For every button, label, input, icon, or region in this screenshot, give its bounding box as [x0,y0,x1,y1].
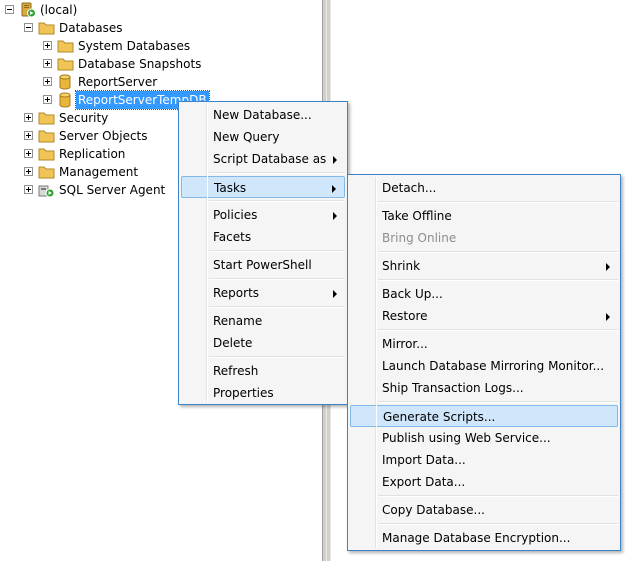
expand-toggle[interactable] [24,113,33,122]
menu-item-mirror[interactable]: Mirror... [350,333,618,355]
folder-icon [38,110,55,126]
expand-toggle[interactable] [24,167,33,176]
menu-item-back-up[interactable]: Back Up... [350,283,618,305]
submenu-arrow-icon [333,212,337,220]
menu-item-restore[interactable]: Restore [350,305,618,327]
database-icon [58,92,75,108]
menu-item-copy-database[interactable]: Copy Database... [350,499,618,521]
menu-item-manage-encryption[interactable]: Manage Database Encryption... [350,527,618,549]
menu-separator [209,250,345,252]
tree-label: ReportServer [78,75,158,89]
menu-separator [378,279,618,281]
menu-item-new-query[interactable]: New Query [181,126,345,148]
expand-toggle[interactable] [43,59,52,68]
tree-label: Database Snapshots [78,57,202,71]
expand-toggle[interactable] [24,185,33,194]
tree-label: Security [59,111,109,125]
menu-item-generate-scripts[interactable]: Generate Scripts... [350,405,618,427]
submenu-arrow-icon [332,185,336,193]
menu-item-policies[interactable]: Policies [181,204,345,226]
menu-separator [378,495,618,497]
folder-icon [38,20,55,36]
tree-label: Management [59,165,139,179]
expand-toggle[interactable] [43,95,52,104]
tree-label: SQL Server Agent [59,183,166,197]
menu-item-rename[interactable]: Rename [181,310,345,332]
tasks-submenu: Detach... Take Offline Bring Online Shri… [347,174,621,551]
menu-item-export-data[interactable]: Export Data... [350,471,618,493]
menu-item-ship-transaction-logs[interactable]: Ship Transaction Logs... [350,377,618,399]
menu-item-tasks[interactable]: Tasks [181,176,345,198]
menu-separator [378,251,618,253]
menu-item-import-data[interactable]: Import Data... [350,449,618,471]
menu-separator [378,401,618,403]
expand-toggle[interactable] [43,41,52,50]
menu-item-publish-web-service[interactable]: Publish using Web Service... [350,427,618,449]
sql-agent-icon [38,182,55,198]
server-icon [20,2,37,18]
submenu-arrow-icon [333,290,337,298]
menu-item-launch-mirroring-monitor[interactable]: Launch Database Mirroring Monitor... [350,355,618,377]
menu-item-take-offline[interactable]: Take Offline [350,205,618,227]
menu-separator [209,172,345,174]
menu-separator [209,356,345,358]
submenu-arrow-icon [606,313,610,321]
menu-item-reports[interactable]: Reports [181,282,345,304]
folder-icon [38,146,55,162]
tree-label: Server Objects [59,129,148,143]
menu-separator [209,200,345,202]
menu-item-detach[interactable]: Detach... [350,177,618,199]
database-icon [58,74,75,90]
folder-icon [57,38,74,54]
tree-label: System Databases [78,39,191,53]
tree-label: Databases [59,21,123,35]
menu-separator [209,306,345,308]
menu-separator [378,201,618,203]
menu-item-refresh[interactable]: Refresh [181,360,345,382]
menu-item-bring-online: Bring Online [382,231,457,245]
tree-label: Replication [59,147,126,161]
menu-item-new-database[interactable]: New Database... [181,104,345,126]
menu-item-start-powershell[interactable]: Start PowerShell [181,254,345,276]
tree-label: (local) [40,3,78,17]
menu-item-delete[interactable]: Delete [181,332,345,354]
menu-item-shrink[interactable]: Shrink [350,255,618,277]
menu-separator [378,523,618,525]
expand-toggle[interactable] [43,77,52,86]
menu-item-facets[interactable]: Facets [181,226,345,248]
database-context-menu: New Database... New Query Script Databas… [178,101,348,405]
expand-toggle[interactable] [24,131,33,140]
folder-icon [38,164,55,180]
menu-separator [378,329,618,331]
folder-icon [57,56,74,72]
expand-toggle[interactable] [24,149,33,158]
menu-separator [209,278,345,280]
menu-item-script-database-as[interactable]: Script Database as [181,148,345,170]
folder-icon [38,128,55,144]
submenu-arrow-icon [333,156,337,164]
submenu-arrow-icon [606,263,610,271]
collapse-toggle[interactable] [24,23,33,32]
collapse-toggle[interactable] [5,5,14,14]
menu-item-properties[interactable]: Properties [181,382,345,404]
